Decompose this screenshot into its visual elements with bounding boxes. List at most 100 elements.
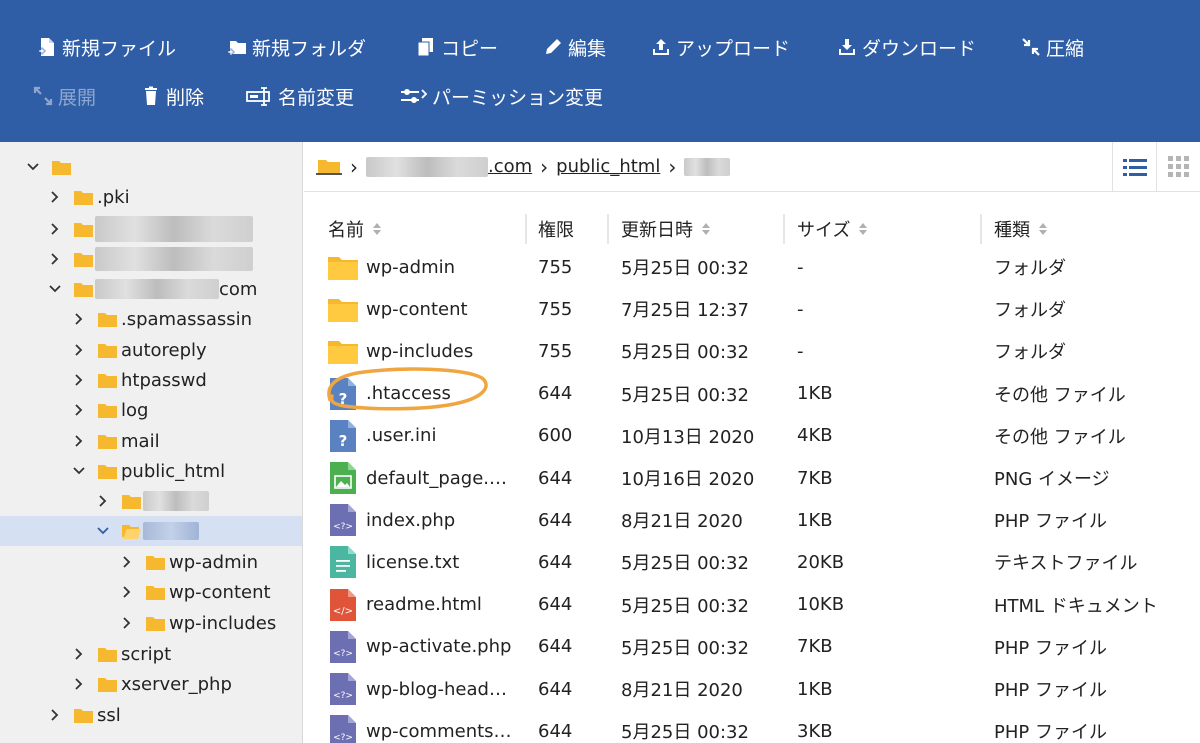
- upload-button[interactable]: アップロード: [650, 31, 790, 63]
- tree-item-htpasswd[interactable]: htpasswd: [0, 365, 302, 395]
- tree-item-log[interactable]: log: [0, 395, 302, 425]
- tree-item-redacted-3[interactable]: [0, 486, 302, 516]
- delete-button[interactable]: 削除: [140, 80, 204, 112]
- tree-item-current-site[interactable]: [0, 516, 302, 546]
- chevron-right-icon[interactable]: [96, 494, 110, 508]
- chevron-down-icon[interactable]: [72, 464, 86, 478]
- rename-button[interactable]: 名前変更: [246, 80, 354, 112]
- new-file-button[interactable]: 新規ファイル: [36, 31, 176, 63]
- tree-item-pki[interactable]: .pki: [0, 182, 302, 212]
- column-header-perm[interactable]: 権限: [538, 212, 574, 246]
- file-name: wp-content: [366, 298, 468, 320]
- tree-item-label: autoreply: [121, 339, 207, 361]
- tree-item-xserver-php[interactable]: xserver_php: [0, 669, 302, 699]
- tree-item-label: xserver_php: [121, 673, 232, 695]
- permission-label: パーミッション変更: [432, 86, 604, 109]
- size-cell: -: [797, 340, 804, 362]
- tree-item-root[interactable]: [0, 152, 302, 182]
- file-name-cell: wp-content: [328, 288, 518, 330]
- new-folder-button[interactable]: 新規フォルダ: [226, 31, 366, 63]
- tree-item-autoreply[interactable]: autoreply: [0, 335, 302, 365]
- table-row[interactable]: wp-admin 755 5月25日 00:32 - フォルダ: [304, 246, 1200, 288]
- new-file-label: 新規ファイル: [62, 37, 177, 60]
- copy-button[interactable]: コピー: [415, 31, 498, 63]
- chevron-right-icon[interactable]: [48, 190, 62, 204]
- size-cell: 4KB: [797, 425, 833, 447]
- download-icon: [836, 36, 858, 58]
- chevron-right-icon[interactable]: [48, 252, 62, 266]
- chevron-right-icon[interactable]: [72, 647, 86, 661]
- grid-view-button[interactable]: [1156, 142, 1200, 192]
- file-name: .user.ini: [366, 425, 437, 447]
- table-row[interactable]: wp-content 755 7月25日 12:37 - フォルダ: [304, 288, 1200, 330]
- chevron-right-icon[interactable]: [120, 616, 134, 630]
- permission-button[interactable]: パーミッション変更: [398, 80, 603, 112]
- tree-item-label: .spamassassin: [121, 308, 253, 330]
- compress-label: 圧縮: [1046, 37, 1085, 60]
- chevron-right-icon[interactable]: [72, 403, 86, 417]
- breadcrumb-domain-link[interactable]: .com: [488, 156, 532, 177]
- folder-icon: [98, 433, 117, 449]
- tree-item-ssl[interactable]: ssl: [0, 700, 302, 730]
- chevron-right-icon[interactable]: [48, 708, 62, 722]
- tree-item-domain[interactable]: com: [0, 274, 302, 304]
- compress-button[interactable]: 圧縮: [1020, 31, 1084, 63]
- chevron-right-icon[interactable]: [120, 555, 134, 569]
- tree-item-wp-includes[interactable]: wp-includes: [0, 608, 302, 638]
- tree-item-mail[interactable]: mail: [0, 426, 302, 456]
- tree-item-public-html[interactable]: public_html: [0, 456, 302, 486]
- extract-button[interactable]: 展開: [32, 80, 96, 112]
- tree-item-spamassassin[interactable]: .spamassassin: [0, 304, 302, 334]
- rename-icon: [246, 85, 274, 107]
- table-row[interactable]: <?> wp-blog-heade… 644 8月21日 2020 1KB PHP ファイ…: [304, 668, 1200, 710]
- permission-cell: 644: [538, 467, 573, 489]
- redacted-name: [143, 522, 199, 540]
- tree-item-wp-content[interactable]: wp-content: [0, 577, 302, 607]
- column-header-name[interactable]: 名前: [328, 212, 382, 246]
- chevron-down-icon[interactable]: [48, 282, 62, 296]
- tree-item-redacted-1[interactable]: [0, 214, 302, 244]
- size-cell: 10KB: [797, 594, 845, 616]
- upload-icon: [650, 36, 672, 58]
- modified-date-cell: 10月16日 2020: [621, 469, 755, 490]
- table-row[interactable]: wp-includes 755 5月25日 00:32 - フォルダ: [304, 330, 1200, 372]
- download-button[interactable]: ダウンロード: [836, 31, 976, 63]
- chevron-down-icon[interactable]: [96, 524, 110, 538]
- home-folder-icon[interactable]: [316, 156, 342, 178]
- column-header-size[interactable]: サイズ: [797, 212, 868, 246]
- edit-button[interactable]: 編集: [542, 31, 606, 63]
- toolbar: 新規ファイル 新規フォルダ コピー 編集 アップロード ダウンロード 圧縮 展開…: [0, 0, 1200, 142]
- folder-icon: [98, 463, 117, 479]
- chevron-right-icon[interactable]: [120, 585, 134, 599]
- tree-item-redacted-2[interactable]: [0, 244, 302, 274]
- tree-item-wp-admin[interactable]: wp-admin: [0, 547, 302, 577]
- chevron-right-icon[interactable]: [72, 434, 86, 448]
- column-header-type[interactable]: 種類: [994, 212, 1048, 246]
- folder-icon: [98, 676, 117, 692]
- table-row[interactable]: <?> wp-comments-… 644 5月25日 00:32 3KB PHP ファイ…: [304, 710, 1200, 743]
- permission-cell: 644: [538, 678, 573, 700]
- table-row[interactable]: <?> index.php 644 8月21日 2020 1KB PHP ファイル: [304, 499, 1200, 541]
- modified-date-cell: 5月25日 00:32: [621, 637, 749, 659]
- chevron-right-icon[interactable]: [72, 373, 86, 387]
- file-name: wp-admin: [366, 256, 456, 278]
- tree-item-script[interactable]: script: [0, 639, 302, 669]
- table-row[interactable]: license.txt 644 5月25日 00:32 20KB テキストファイル: [304, 541, 1200, 583]
- chevron-right-icon[interactable]: [72, 312, 86, 326]
- folder-open-icon: [74, 281, 93, 297]
- chevron-right-icon[interactable]: [72, 677, 86, 691]
- chevron-right-icon[interactable]: [48, 222, 62, 236]
- table-row[interactable]: ? .htaccess 644 5月25日 00:32 1KB その他 ファイル: [304, 373, 1200, 415]
- chevron-down-icon[interactable]: [26, 160, 40, 174]
- folder-icon: [74, 251, 93, 267]
- table-row[interactable]: </> readme.html 644 5月25日 00:32 10KB HTML ドキュ…: [304, 584, 1200, 626]
- table-row[interactable]: ? .user.ini 600 10月13日 2020 4KB その他 ファイル: [304, 415, 1200, 457]
- table-row[interactable]: default_page.png 644 10月16日 2020 7KB PNG イメー…: [304, 457, 1200, 499]
- table-row[interactable]: <?> wp-activate.php 644 5月25日 00:32 7KB PHP フ…: [304, 626, 1200, 668]
- chevron-right-icon[interactable]: [72, 343, 86, 357]
- breadcrumb-public-html-link[interactable]: public_html: [556, 156, 660, 177]
- list-view-button[interactable]: [1112, 142, 1156, 192]
- redacted-name: [95, 216, 253, 242]
- column-header-date[interactable]: 更新日時: [621, 212, 711, 246]
- trash-icon: [140, 85, 162, 107]
